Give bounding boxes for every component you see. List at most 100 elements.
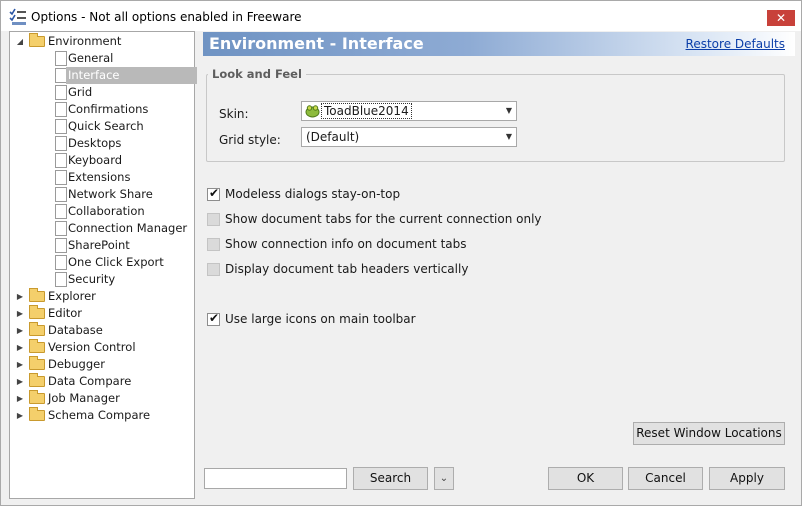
tree-node-label: Debugger <box>48 357 105 371</box>
tree-child-label: Quick Search <box>68 119 144 133</box>
tree-child-item[interactable]: Extensions <box>10 169 194 186</box>
close-icon: ✕ <box>775 11 787 25</box>
expanded-arrow-icon[interactable]: ◢ <box>15 33 25 50</box>
window-title: Options - Not all options enabled in Fre… <box>31 10 302 24</box>
grid-style-label: Grid style: <box>219 133 281 147</box>
tree-node[interactable]: ▶ Version Control <box>10 339 194 356</box>
tree-child-item[interactable]: SharePoint <box>10 237 194 254</box>
skin-combo[interactable]: ToadBlue2014 ▼ <box>301 101 517 121</box>
collapsed-arrow-icon[interactable]: ▶ <box>15 390 25 407</box>
tree-child-item[interactable]: Confirmations <box>10 101 194 118</box>
tree-node-label: Schema Compare <box>48 408 151 422</box>
tree-child-label: Grid <box>68 85 93 99</box>
tree-child-item[interactable]: Connection Manager <box>10 220 194 237</box>
connection-info-label: Show connection info on document tabs <box>225 237 467 251</box>
collapsed-arrow-icon[interactable]: ▶ <box>15 356 25 373</box>
checkbox-checked-icon <box>207 311 220 326</box>
tree-node[interactable]: ▶ Data Compare <box>10 373 194 390</box>
double-chevron-down-icon: ⌄ <box>439 473 449 484</box>
folder-icon <box>29 356 45 370</box>
tree-child-label: One Click Export <box>68 255 164 269</box>
grid-style-value: (Default) <box>306 130 360 144</box>
chevron-down-icon: ▼ <box>505 106 512 115</box>
expand-down-button[interactable]: ⌄ <box>434 467 454 490</box>
tree-child-label: Security <box>68 272 116 286</box>
folder-icon <box>29 288 45 302</box>
folder-icon <box>29 407 45 421</box>
tree-node-label: Database <box>48 323 103 337</box>
tree-node-label: Version Control <box>48 340 136 354</box>
modeless-dialogs-label: Modeless dialogs stay-on-top <box>225 187 401 201</box>
skin-label: Skin: <box>219 107 249 121</box>
tree-child-label: Collaboration <box>68 204 145 218</box>
page-title: Environment - Interface <box>209 34 424 53</box>
tree-node[interactable]: ▶ Explorer <box>10 288 194 305</box>
options-window: Options - Not all options enabled in Fre… <box>0 0 802 506</box>
tree-child-item[interactable]: One Click Export <box>10 254 194 271</box>
tree-child-label: Confirmations <box>68 102 149 116</box>
checkbox-unchecked-icon <box>207 213 220 226</box>
checkbox-checked-icon <box>207 186 220 201</box>
tree-child-item[interactable]: Desktops <box>10 135 194 152</box>
large-icons-label: Use large icons on main toolbar <box>225 312 416 326</box>
close-button[interactable]: ✕ <box>767 10 795 26</box>
collapsed-arrow-icon[interactable]: ▶ <box>15 407 25 424</box>
tree-child-label: Network Share <box>68 187 153 201</box>
checkbox-unchecked-icon <box>207 238 220 251</box>
tree-node-label: Environment <box>48 34 122 48</box>
search-input[interactable] <box>204 468 347 489</box>
tree-child-item[interactable]: Network Share <box>10 186 194 203</box>
search-button[interactable]: Search <box>353 467 428 490</box>
tree-node-label: Job Manager <box>48 391 120 405</box>
tree-node[interactable]: ▶ Debugger <box>10 356 194 373</box>
title-bar: Options - Not all options enabled in Fre… <box>1 1 801 31</box>
reset-window-locations-button[interactable]: Reset Window Locations <box>633 422 785 445</box>
page-header: Environment - Interface Restore Defaults <box>203 32 795 56</box>
tree-child-label: Extensions <box>68 170 131 184</box>
options-tree[interactable]: ◢ Environment General Interface Grid Confirma… <box>9 31 197 499</box>
tree-node-label: Editor <box>48 306 83 320</box>
tree-node-label: Data Compare <box>48 374 132 388</box>
restore-defaults-link[interactable]: Restore Defaults <box>686 37 785 51</box>
tree-child-label: SharePoint <box>68 238 130 252</box>
tree-child-label: Interface <box>66 67 197 84</box>
folder-icon <box>29 33 45 47</box>
toad-skin-icon <box>305 105 320 118</box>
tree-node[interactable]: ▶ Editor <box>10 305 194 322</box>
options-checklist-icon <box>9 8 26 25</box>
tree-child-item[interactable]: Collaboration <box>10 203 194 220</box>
folder-icon <box>29 339 45 353</box>
folder-icon <box>29 373 45 387</box>
tree-node[interactable]: ▶ Schema Compare <box>10 407 194 424</box>
tree-child-item[interactable]: Interface <box>10 67 197 84</box>
tree-child-item[interactable]: Grid <box>10 84 194 101</box>
skin-value: ToadBlue2014 <box>321 103 412 119</box>
tree-child-label: Desktops <box>68 136 122 150</box>
cancel-button[interactable]: Cancel <box>628 467 703 490</box>
tree-child-label: Keyboard <box>68 153 123 167</box>
collapsed-arrow-icon[interactable]: ▶ <box>15 288 25 305</box>
tree-child-item[interactable]: General <box>10 50 194 67</box>
tree-node[interactable]: ▶ Database <box>10 322 194 339</box>
tree-child-item[interactable]: Security <box>10 271 194 288</box>
folder-icon <box>29 390 45 404</box>
tree-child-label: Connection Manager <box>68 221 188 235</box>
document-tabs-label: Show document tabs for the current conne… <box>225 212 542 226</box>
ok-button[interactable]: OK <box>548 467 623 490</box>
grid-style-combo[interactable]: (Default) ▼ <box>301 127 517 147</box>
tree-node-label: Explorer <box>48 289 96 303</box>
collapsed-arrow-icon[interactable]: ▶ <box>15 373 25 390</box>
tree-child-item[interactable]: Quick Search <box>10 118 194 135</box>
tree-node[interactable]: ◢ Environment <box>10 33 194 50</box>
tree-child-item[interactable]: Keyboard <box>10 152 194 169</box>
tree-node[interactable]: ▶ Job Manager <box>10 390 194 407</box>
collapsed-arrow-icon[interactable]: ▶ <box>15 339 25 356</box>
tree-child-label: General <box>68 51 114 65</box>
collapsed-arrow-icon[interactable]: ▶ <box>15 305 25 322</box>
collapsed-arrow-icon[interactable]: ▶ <box>15 322 25 339</box>
folder-icon <box>29 305 45 319</box>
vertical-tab-headers-label: Display document tab headers vertically <box>225 262 469 276</box>
apply-button[interactable]: Apply <box>709 467 785 490</box>
folder-icon <box>29 322 45 336</box>
look-and-feel-legend: Look and Feel <box>208 67 306 81</box>
